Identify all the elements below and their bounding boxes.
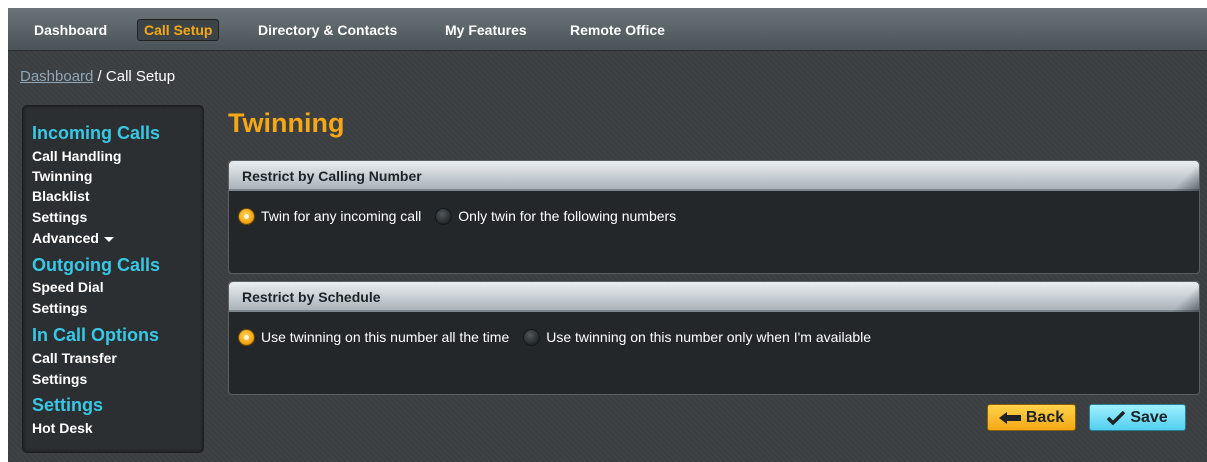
panel-calling-number: Restrict by Calling Number Twin for any …	[228, 160, 1200, 274]
radio-label-twin-following-numbers[interactable]: Only twin for the following numbers	[458, 208, 676, 224]
checkmark-icon	[1107, 410, 1126, 425]
page-title: Twinning	[228, 108, 345, 138]
caret-down-icon	[103, 236, 114, 242]
radio-twin-all-time[interactable]	[238, 328, 255, 346]
save-button[interactable]: Save	[1089, 404, 1186, 431]
arrow-left-icon	[998, 411, 1021, 424]
sidebar-item-advanced[interactable]: Advanced	[32, 230, 114, 246]
nav-call-setup[interactable]: Call Setup	[137, 19, 220, 41]
sidebar-item-speed-dial[interactable]: Speed Dial	[32, 279, 104, 295]
nav-my-features[interactable]: My Features	[445, 20, 527, 40]
sidebar-heading-outgoing-calls: Outgoing Calls	[32, 255, 160, 275]
panel-header: Restrict by Schedule	[229, 282, 1199, 312]
radio-group-calling-number: Twin for any incoming call Only twin for…	[238, 206, 690, 226]
sidebar-item-twinning[interactable]: Twinning	[32, 168, 92, 184]
breadcrumb-current: Call Setup	[105, 68, 176, 85]
panel-title: Restrict by Schedule	[242, 289, 381, 305]
sidebar-item-blacklist[interactable]: Blacklist	[32, 188, 90, 204]
radio-group-schedule: Use twinning on this number all the time…	[238, 327, 885, 347]
radio-label-twin-when-available[interactable]: Use twinning on this number only when I'…	[546, 329, 871, 345]
save-button-label: Save	[1130, 408, 1168, 426]
sidebar-item-call-transfer[interactable]: Call Transfer	[32, 350, 117, 366]
radio-twin-following-numbers[interactable]	[435, 207, 453, 225]
panel-title: Restrict by Calling Number	[242, 168, 422, 184]
top-nav: Dashboard Call Setup Directory & Contact…	[8, 8, 1207, 51]
sidebar-heading-in-call-options: In Call Options	[32, 325, 160, 345]
breadcrumb-separator: /	[93, 68, 106, 85]
radio-label-twin-all-time[interactable]: Use twinning on this number all the time	[261, 329, 509, 345]
radio-twin-any-call[interactable]	[238, 207, 255, 225]
sidebar-item-in-call-settings[interactable]: Settings	[32, 371, 87, 387]
breadcrumb-dashboard-link[interactable]: Dashboard	[20, 68, 93, 85]
panel-schedule: Restrict by Schedule Use twinning on thi…	[228, 281, 1200, 395]
radio-twin-when-available[interactable]	[523, 328, 541, 346]
sidebar-heading-settings: Settings	[32, 395, 104, 415]
nav-directory-contacts[interactable]: Directory & Contacts	[258, 20, 397, 40]
back-button-label: Back	[1025, 408, 1065, 426]
sidebar-item-advanced-label: Advanced	[32, 230, 99, 246]
sidebar-item-call-handling[interactable]: Call Handling	[32, 148, 121, 164]
back-button[interactable]: Back	[987, 404, 1076, 431]
sidebar-item-incoming-settings[interactable]: Settings	[32, 209, 87, 225]
nav-remote-office[interactable]: Remote Office	[570, 20, 665, 40]
app-frame: Dashboard Call Setup Directory & Contact…	[8, 8, 1207, 462]
sidebar-item-hot-desk[interactable]: Hot Desk	[32, 420, 93, 436]
sidebar-item-outgoing-settings[interactable]: Settings	[32, 300, 87, 316]
breadcrumb: Dashboard / Call Setup	[20, 68, 175, 85]
panel-header: Restrict by Calling Number	[229, 161, 1199, 191]
sidebar: Incoming Calls Call Handling Twinning Bl…	[22, 105, 204, 453]
nav-dashboard[interactable]: Dashboard	[34, 20, 107, 40]
sidebar-heading-incoming-calls: Incoming Calls	[32, 123, 161, 143]
radio-label-twin-any-call[interactable]: Twin for any incoming call	[261, 208, 421, 224]
